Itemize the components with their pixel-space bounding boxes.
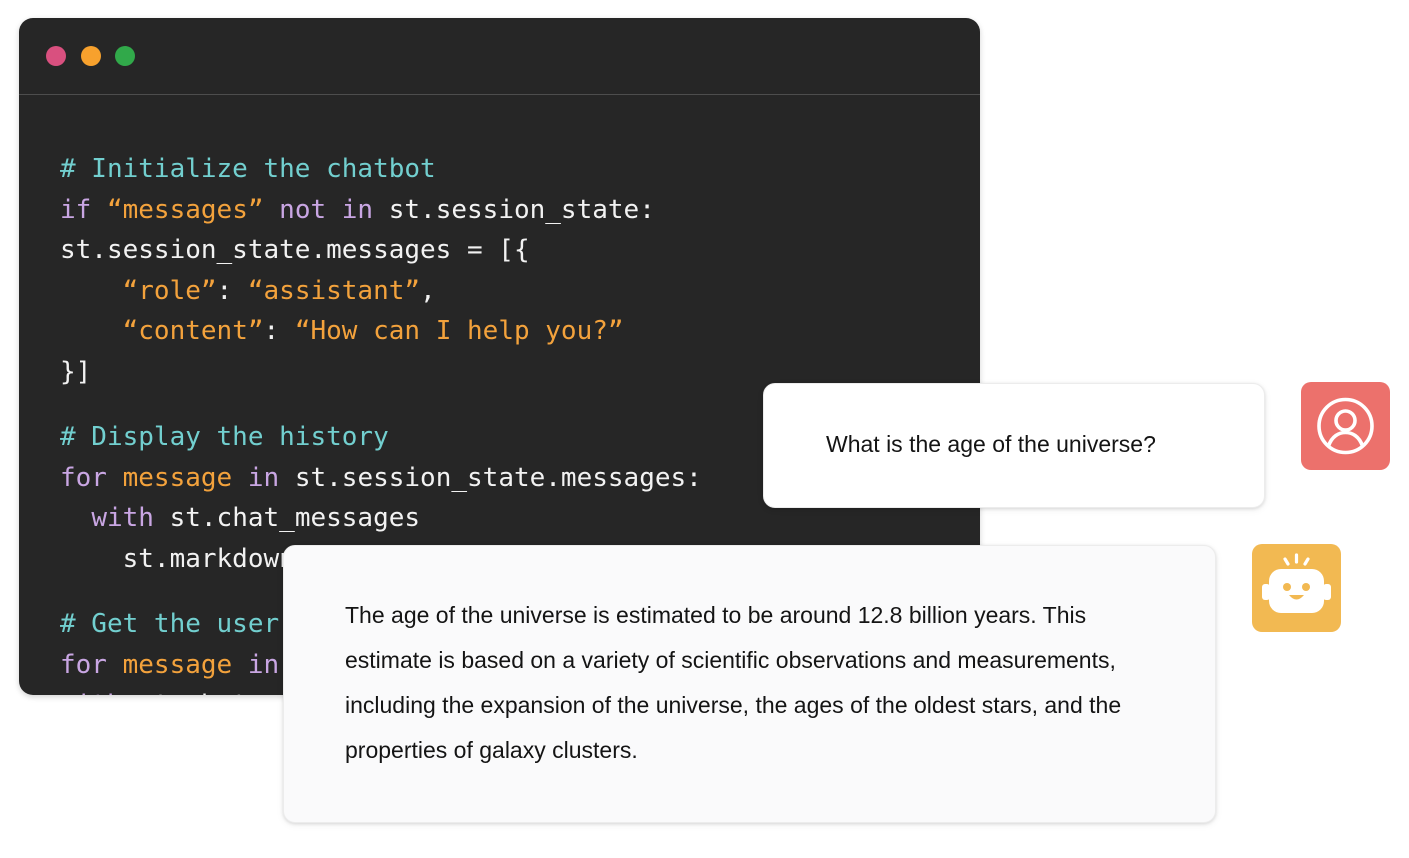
code-line: # Initialize the chatbot	[60, 149, 702, 190]
code-line: with st.chat_messages	[60, 498, 702, 539]
code-token-keyword: with	[60, 690, 138, 695]
code-token-string: message	[122, 649, 233, 680]
code-token-keyword: not in	[263, 194, 389, 225]
code-line: st.session_state.messages = [{	[60, 230, 702, 271]
code-token-keyword: if	[60, 194, 107, 225]
user-avatar	[1301, 382, 1390, 470]
code-line: for message in st.session_state.messages…	[60, 458, 702, 499]
code-line: “role”: “assistant”,	[60, 271, 702, 312]
assistant-message-bubble: The age of the universe is estimated to …	[283, 545, 1216, 823]
code-spacer	[60, 392, 702, 417]
code-token-string: “messages”	[106, 194, 264, 225]
code-token-plain: st.chat_messages	[169, 503, 421, 533]
close-window-button[interactable]	[46, 46, 66, 66]
code-token-plain: st.session_state.messages:	[294, 462, 702, 493]
code-token-plain: st.session_state.messages = [{	[60, 235, 530, 265]
code-line: “content”: “How can I help you?”	[60, 311, 702, 352]
code-line: # Display the history	[60, 417, 702, 458]
code-token-keyword: in	[232, 649, 280, 680]
code-token-comment: # Display the history	[60, 422, 389, 452]
code-token-comment: # Get the user	[60, 609, 280, 639]
minimize-window-button[interactable]	[81, 46, 101, 66]
code-token-plain: :	[263, 316, 295, 346]
code-token-comment: # Initialize the chatbot	[60, 154, 436, 184]
code-token-plain: st.session_state:	[388, 194, 655, 225]
user-circle-icon	[1317, 397, 1374, 455]
code-token-string: “role”	[122, 275, 217, 306]
user-message-bubble: What is the age of the universe?	[763, 383, 1265, 508]
code-token-keyword: for	[60, 462, 123, 493]
assistant-avatar	[1252, 544, 1341, 632]
code-line: if “messages” not in st.session_state:	[60, 190, 702, 231]
user-message-text: What is the age of the universe?	[826, 431, 1156, 457]
code-line: }]	[60, 352, 702, 393]
code-token-string: “How can I help you?”	[294, 316, 624, 346]
code-token-plain: st.chat	[138, 690, 248, 695]
code-token-plain: }]	[60, 356, 92, 387]
maximize-window-button[interactable]	[115, 46, 135, 66]
code-token-plain: ,	[420, 275, 436, 306]
assistant-message-text: The age of the universe is estimated to …	[345, 602, 1122, 763]
code-token-string: “assistant”	[247, 275, 421, 306]
code-token-keyword: with	[91, 503, 170, 533]
code-token-keyword: for	[60, 649, 123, 680]
code-token-string: “content”	[122, 316, 264, 346]
robot-icon	[1262, 553, 1331, 613]
editor-titlebar	[19, 18, 980, 95]
code-token-string: message	[122, 462, 233, 493]
code-token-plain: :	[216, 275, 248, 306]
code-token-plain: st.markdown	[60, 543, 295, 574]
code-token-keyword: in	[232, 462, 295, 493]
